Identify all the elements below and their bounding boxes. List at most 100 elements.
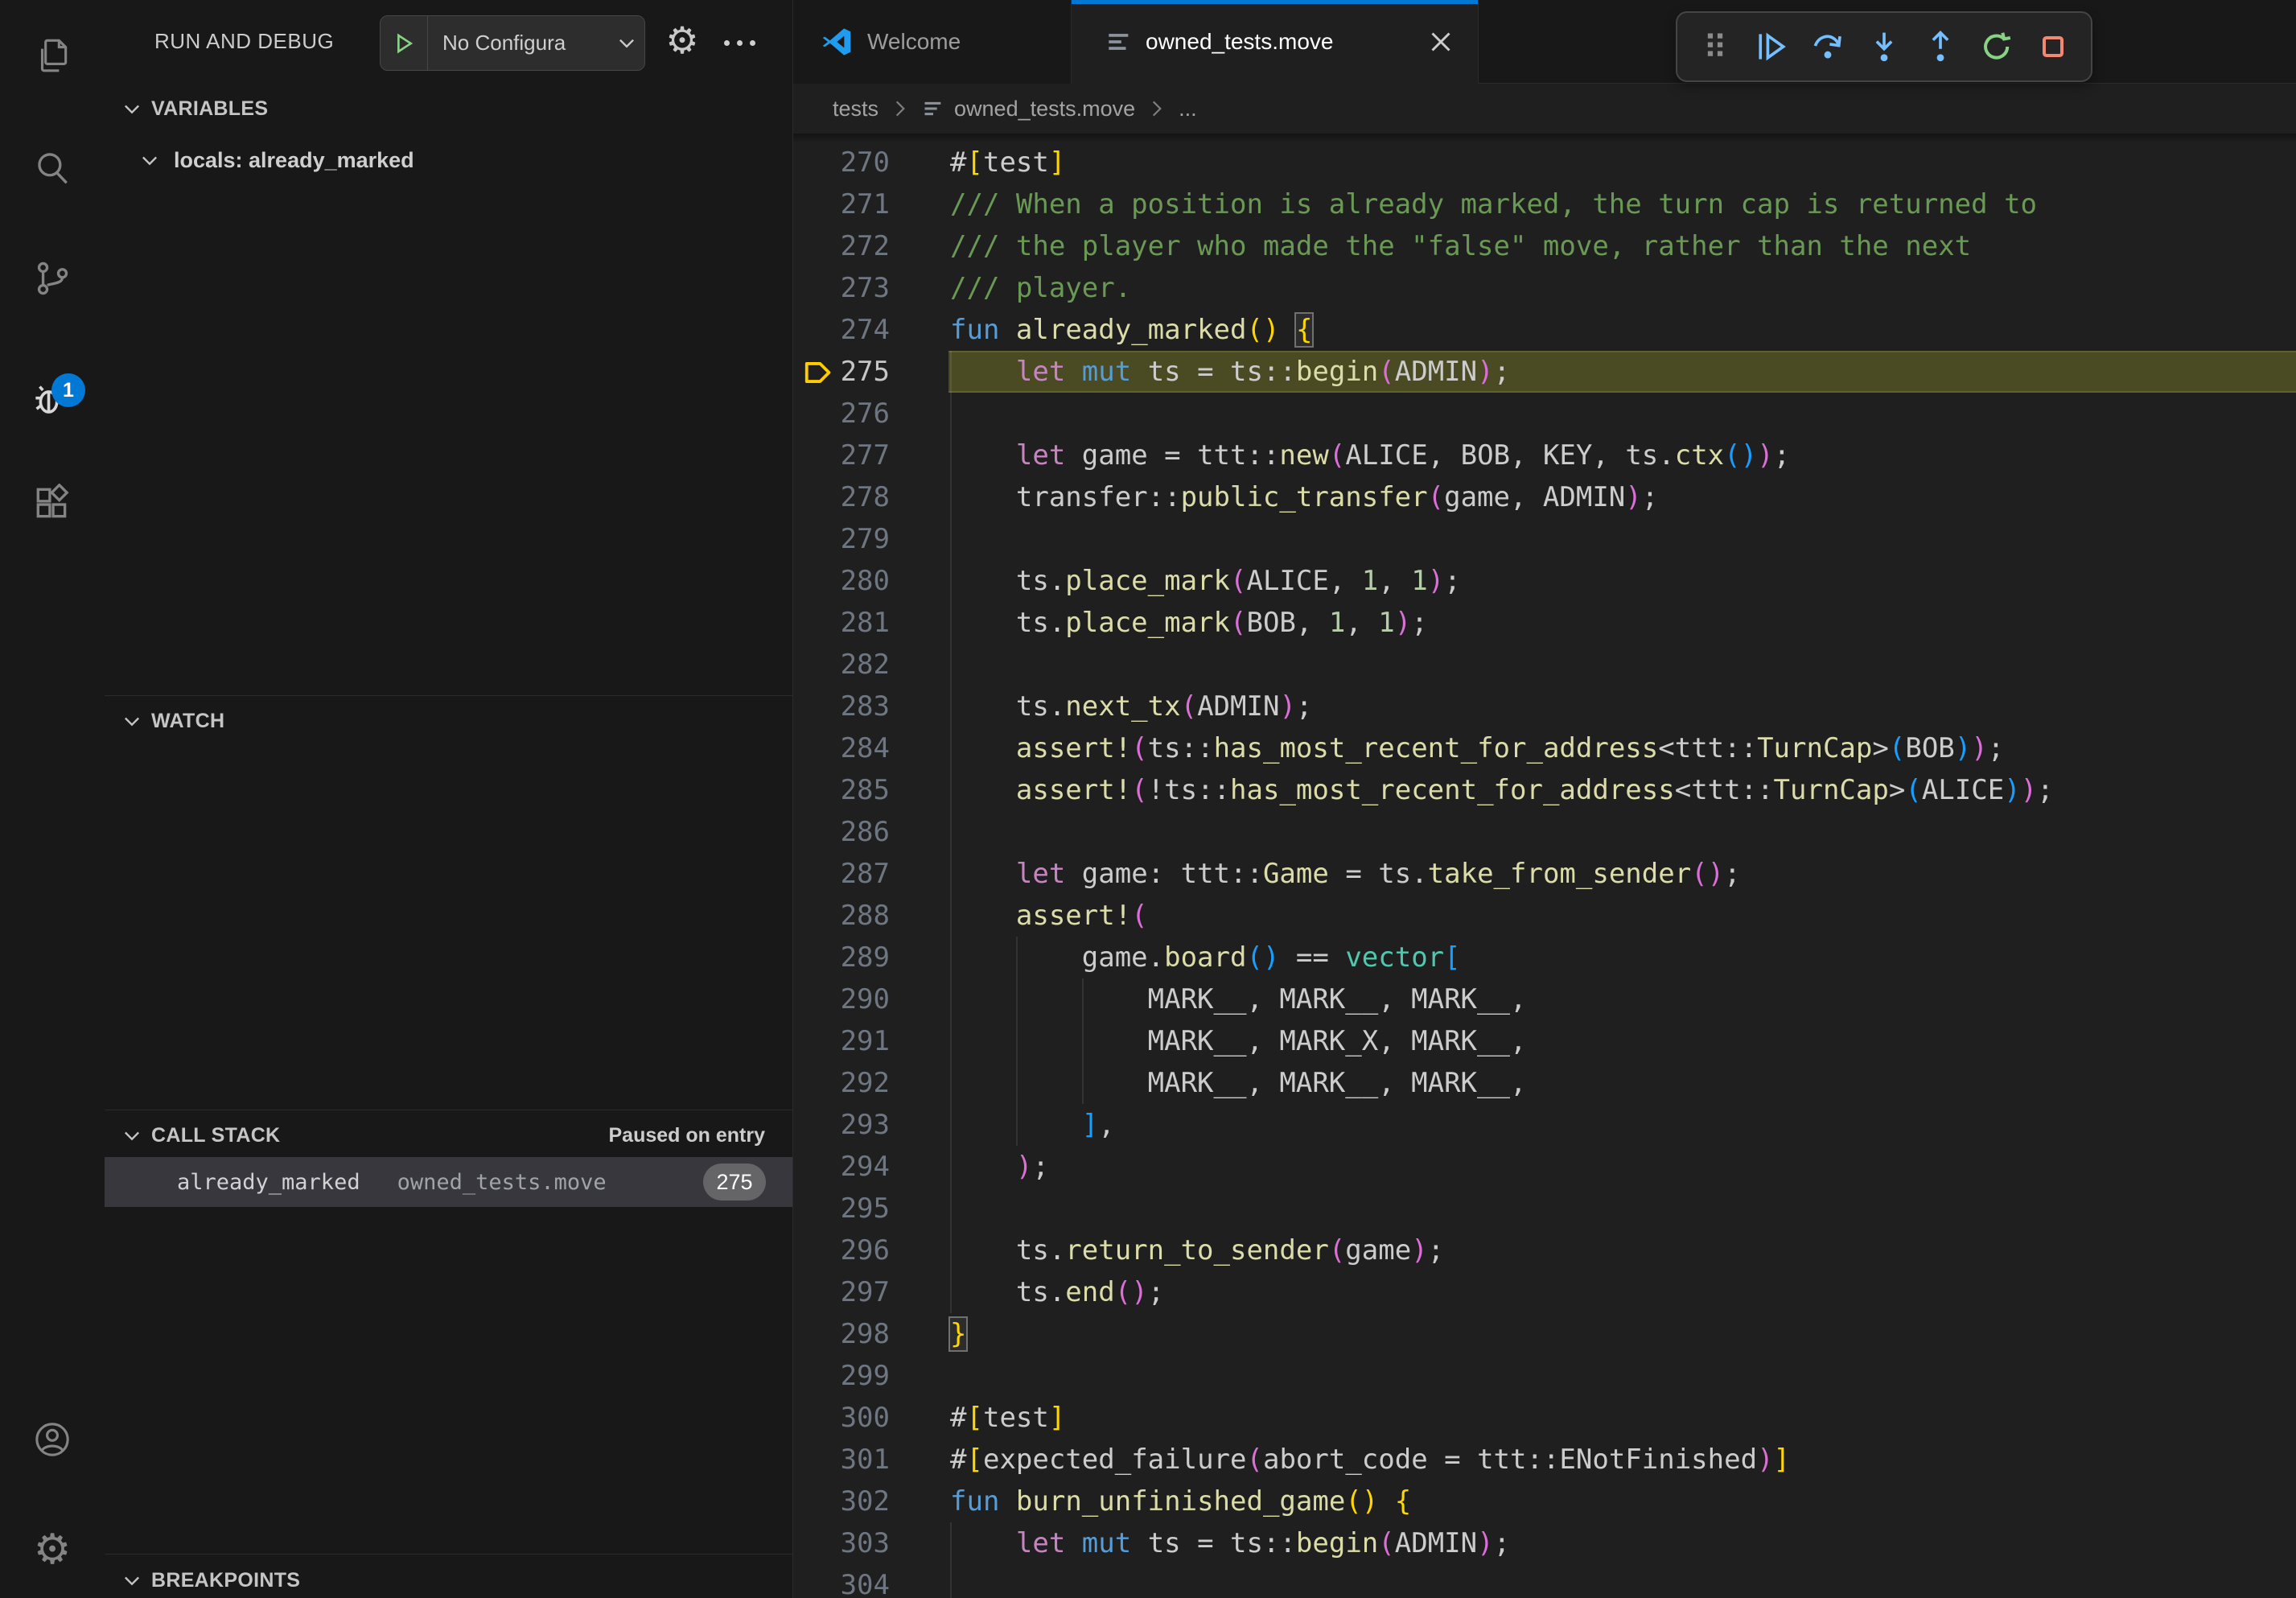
line-number[interactable]: 303 [825, 1522, 890, 1564]
line-number[interactable]: 292 [825, 1062, 890, 1104]
code-line-text[interactable]: let game: ttt::Game = ts.take_from_sende… [950, 853, 1741, 895]
line-number[interactable]: 279 [825, 518, 890, 560]
code-line[interactable]: 270 #[test] [793, 142, 2296, 183]
breadcrumb-item-symbol[interactable]: ... [1179, 97, 1197, 121]
line-number[interactable]: 283 [825, 686, 890, 727]
line-number[interactable]: 285 [825, 769, 890, 811]
stop-icon[interactable] [2035, 28, 2072, 65]
code-line[interactable]: 282 [793, 644, 2296, 686]
code-line[interactable]: 288 assert!( [793, 895, 2296, 937]
account-icon[interactable] [32, 1419, 72, 1460]
line-number[interactable]: 296 [825, 1229, 890, 1271]
code-line-text[interactable]: fun already_marked() { [950, 309, 1312, 351]
code-line-text[interactable]: /// When a position is already marked, t… [950, 183, 2037, 225]
code-line-text[interactable]: let game = ttt::new(ALICE, BOB, KEY, ts.… [950, 435, 1790, 476]
code-line[interactable]: 287 let game: ttt::Game = ts.take_from_s… [793, 853, 2296, 895]
code-line[interactable]: 283 ts.next_tx(ADMIN); [793, 686, 2296, 727]
source-control-icon[interactable] [32, 258, 72, 299]
code-line[interactable]: 272 /// the player who made the "false" m… [793, 225, 2296, 267]
line-number[interactable]: 298 [825, 1313, 890, 1355]
code-line[interactable]: 304 [793, 1564, 2296, 1598]
toolbar-gripper[interactable] [1697, 28, 1734, 65]
code-line[interactable]: 301 #[expected_failure(abort_code = ttt::… [793, 1439, 2296, 1481]
code-line[interactable]: 275 let mut ts = ts::begin(ADMIN); [793, 351, 2296, 393]
code-line-text[interactable]: ts.end(); [950, 1271, 1164, 1313]
line-number[interactable]: 286 [825, 811, 890, 853]
code-line[interactable]: 280 ts.place_mark(ALICE, 1, 1); [793, 560, 2296, 602]
breadcrumb-item-tests[interactable]: tests [833, 97, 878, 121]
code-line[interactable]: 303 let mut ts = ts::begin(ADMIN); [793, 1522, 2296, 1564]
step-into-icon[interactable] [1866, 28, 1903, 65]
line-number[interactable]: 297 [825, 1271, 890, 1313]
code-line-text[interactable]: ts.place_mark(BOB, 1, 1); [950, 602, 1428, 644]
restart-icon[interactable] [1978, 28, 2015, 65]
line-number[interactable]: 301 [825, 1439, 890, 1481]
breadcrumb-item-file[interactable]: owned_tests.move [954, 97, 1135, 121]
line-number[interactable]: 288 [825, 895, 890, 937]
line-number[interactable]: 280 [825, 560, 890, 602]
line-number[interactable]: 276 [825, 393, 890, 435]
code-line-text[interactable]: ts.return_to_sender(game); [950, 1229, 1444, 1271]
code-line[interactable]: 292 MARK__, MARK__, MARK__, [793, 1062, 2296, 1104]
code-line-text[interactable]: MARK__, MARK__, MARK__, [950, 978, 1526, 1020]
code-line-text[interactable]: MARK__, MARK__, MARK__, [950, 1062, 1526, 1104]
code-line[interactable]: 293 ], [793, 1104, 2296, 1146]
code-line-text[interactable]: } [950, 1313, 966, 1355]
code-line-text[interactable]: assert!(ts::has_most_recent_for_address<… [950, 727, 2004, 769]
code-line[interactable]: 276 [793, 393, 2296, 435]
code-line-text[interactable]: ], [950, 1104, 1115, 1146]
tab-welcome[interactable]: Welcome [793, 0, 1072, 84]
extensions-icon[interactable] [32, 484, 72, 524]
code-line[interactable]: 300#[test] [793, 1397, 2296, 1439]
code-line-text[interactable]: assert!( [950, 895, 1148, 937]
code-line-text[interactable]: assert!(!ts::has_most_recent_for_address… [950, 769, 2054, 811]
code-area[interactable]: 270 #[test] 271 /// When a position is alre… [793, 134, 2296, 1598]
line-number[interactable]: 270 [825, 142, 890, 183]
code-line[interactable]: 271 /// When a position is already marked… [793, 183, 2296, 225]
code-line-text[interactable]: let mut ts = ts::begin(ADMIN); [950, 351, 1510, 393]
line-number[interactable]: 293 [825, 1104, 890, 1146]
code-line-text[interactable]: game.board() == vector[ [950, 937, 1461, 978]
section-call-stack[interactable]: CALL STACK Paused on entry [105, 1113, 792, 1158]
explorer-icon[interactable] [32, 35, 72, 76]
code-line[interactable]: 302fun burn_unfinished_game() { [793, 1481, 2296, 1522]
code-line[interactable]: 279 [793, 518, 2296, 560]
code-line[interactable]: 274 fun already_marked() { [793, 309, 2296, 351]
code-line[interactable]: 284 assert!(ts::has_most_recent_for_addr… [793, 727, 2296, 769]
code-line-text[interactable]: #[test] [950, 142, 1065, 183]
code-line[interactable]: 298} [793, 1313, 2296, 1355]
line-number[interactable]: 294 [825, 1146, 890, 1188]
code-line-text[interactable]: ts.next_tx(ADMIN); [950, 686, 1312, 727]
section-watch[interactable]: WATCH [105, 698, 792, 743]
code-line-text[interactable]: transfer::public_transfer(game, ADMIN); [950, 476, 1658, 518]
line-number[interactable]: 291 [825, 1020, 890, 1062]
line-number[interactable]: 287 [825, 853, 890, 895]
code-line[interactable]: 289 game.board() == vector[ [793, 937, 2296, 978]
code-line-text[interactable]: let mut ts = ts::begin(ADMIN); [950, 1522, 1510, 1564]
line-number[interactable]: 302 [825, 1481, 890, 1522]
code-line-text[interactable]: MARK__, MARK_X, MARK__, [950, 1020, 1526, 1062]
line-number[interactable]: 282 [825, 644, 890, 686]
line-number[interactable]: 278 [825, 476, 890, 518]
code-line[interactable]: 273/// player. [793, 267, 2296, 309]
code-line[interactable]: 281 ts.place_mark(BOB, 1, 1); [793, 602, 2296, 644]
line-number[interactable]: 271 [825, 183, 890, 225]
code-line[interactable]: 294 ); [793, 1146, 2296, 1188]
code-line-text[interactable]: ); [950, 1146, 1049, 1188]
line-number[interactable]: 275 [825, 351, 890, 393]
continue-icon[interactable] [1753, 28, 1790, 65]
code-line[interactable]: 286 [793, 811, 2296, 853]
code-line-text[interactable]: /// the player who made the "false" move… [950, 225, 1971, 267]
code-line[interactable]: 297 ts.end(); [793, 1271, 2296, 1313]
code-line-text[interactable]: #[expected_failure(abort_code = ttt::ENo… [950, 1439, 1790, 1481]
line-number[interactable]: 274 [825, 309, 890, 351]
step-out-icon[interactable] [1922, 28, 1959, 65]
code-line[interactable]: 295 [793, 1188, 2296, 1229]
code-line-text[interactable]: #[test] [950, 1397, 1065, 1439]
debug-settings-gear-icon[interactable]: ⚙ [658, 19, 706, 61]
line-number[interactable]: 272 [825, 225, 890, 267]
call-stack-frame-row[interactable]: already_marked owned_tests.move 275 [105, 1157, 792, 1207]
close-icon[interactable] [1426, 27, 1455, 56]
line-number[interactable]: 273 [825, 267, 890, 309]
settings-gear-icon[interactable]: ⚙ [0, 1529, 105, 1571]
